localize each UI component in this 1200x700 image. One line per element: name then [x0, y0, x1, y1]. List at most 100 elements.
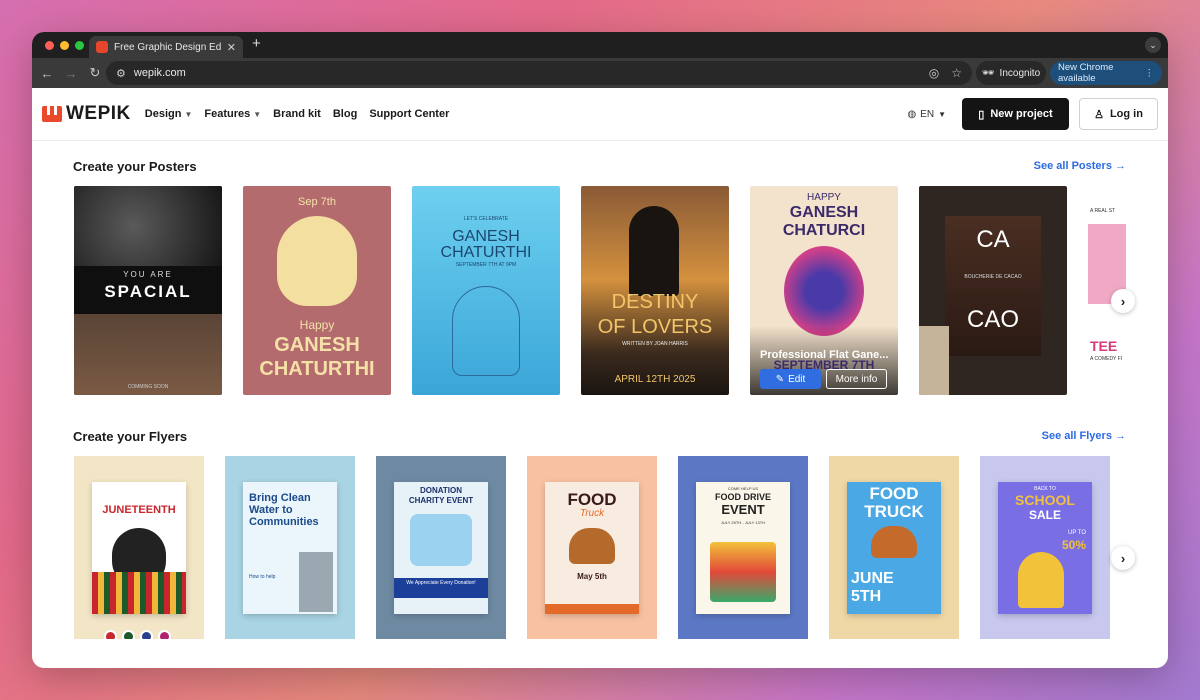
- wepik-favicon-icon: [96, 41, 108, 53]
- poster-card-hovered[interactable]: HAPPY GANESH CHATURCI SEPTEMBER 7TH Prof…: [750, 186, 898, 395]
- flyer-line1: FOOD: [567, 490, 617, 509]
- chrome-update-button[interactable]: New Chrome available ⋮: [1050, 61, 1162, 85]
- posters-next-button[interactable]: ›: [1111, 289, 1135, 313]
- flyer-footer: We Appreciate Every Donation!: [406, 580, 476, 586]
- poster-card[interactable]: LET'S CELEBRATE GANESH CHATURTHI SEPTEMB…: [412, 186, 560, 395]
- globe-icon: ◍: [907, 108, 917, 120]
- flyer-thumbnail: JUNETEENTH: [92, 482, 186, 614]
- nav-support-center[interactable]: Support Center: [369, 108, 449, 120]
- more-info-button[interactable]: More info: [826, 369, 887, 389]
- nav-label: Design: [144, 108, 182, 120]
- flyer-line2: Water to: [249, 504, 293, 516]
- flyer-card[interactable]: BACK TO SCHOOL SALE UP TO 50%: [980, 456, 1110, 639]
- flyer-line3: JUNE: [851, 570, 894, 587]
- flyers-next-button[interactable]: ›: [1111, 546, 1135, 570]
- tab-search-chevron-icon[interactable]: ⌄: [1145, 37, 1161, 53]
- flyer-line1: JUNETEENTH: [102, 504, 176, 516]
- edit-button[interactable]: ✎ Edit: [760, 369, 821, 389]
- address-bar[interactable]: ⚙ wepik.com ◎ ☆: [106, 61, 972, 85]
- flyer-thumbnail: FOOD TRUCK JUNE 5TH: [847, 482, 941, 614]
- back-arrow-icon[interactable]: ←: [35, 66, 59, 81]
- poster-card[interactable]: CA CAO BOUCHERIE DE CACAO: [919, 186, 1067, 395]
- poster-image: [74, 314, 222, 395]
- color-swatch[interactable]: [122, 630, 135, 639]
- tab-title: Free Graphic Design Editor &: [114, 41, 221, 53]
- flyer-thumbnail: COME HELP US FOOD DRIVE EVENT JULY 25TH …: [696, 482, 790, 614]
- flyers-section-title: Create your Flyers: [73, 429, 188, 444]
- elephant-illustration: [277, 216, 357, 306]
- forward-arrow-icon[interactable]: →: [59, 66, 83, 81]
- nav-blog[interactable]: Blog: [333, 108, 357, 120]
- hover-title: Professional Flat Gane...: [760, 349, 889, 361]
- flyer-line2: EVENT: [721, 502, 765, 517]
- poster-image: [74, 186, 222, 266]
- poster-caption: BOUCHERIE DE CACAO: [964, 274, 1022, 280]
- url-text: wepik.com: [133, 67, 186, 79]
- language-selector[interactable]: ◍ EN ▼: [907, 109, 946, 120]
- flyer-line2: Truck: [579, 508, 605, 519]
- maximize-window-button[interactable]: [75, 41, 84, 50]
- language-label: EN: [920, 108, 935, 120]
- new-project-button[interactable]: ▯ New project: [962, 98, 1069, 130]
- burger-illustration: [569, 528, 615, 564]
- flyer-card[interactable]: FOOD TRUCK JUNE 5TH: [829, 456, 959, 639]
- flyer-line4: 5TH: [851, 588, 882, 605]
- poster-kicker: A REAL ST: [1090, 208, 1116, 214]
- poster-card[interactable]: YOU ARE SPACIAL COMMING SOON: [74, 186, 222, 395]
- poster-line1: GANESH: [789, 204, 859, 221]
- eye-off-icon[interactable]: ◎: [929, 66, 939, 80]
- bookmark-star-icon[interactable]: ☆: [951, 66, 962, 80]
- nav-features[interactable]: Features ▼: [204, 108, 261, 120]
- logo-text: WEPIK: [66, 103, 131, 124]
- posters-section-title: Create your Posters: [73, 159, 197, 174]
- tab-strip: Free Graphic Design Editor & ✕ + ⌄: [32, 32, 1168, 58]
- poster-date: APRIL 12TH 2025: [614, 374, 696, 385]
- nav-brand-kit[interactable]: Brand kit: [273, 108, 321, 120]
- color-swatch[interactable]: [140, 630, 153, 639]
- flyer-photo: [299, 552, 333, 612]
- flyer-line1: FOOD DRIVE: [714, 492, 771, 502]
- poster-line2: CHATURTHI: [440, 244, 532, 261]
- browser-window: Free Graphic Design Editor & ✕ + ⌄ ← → ↻…: [32, 32, 1168, 668]
- flyer-card[interactable]: COME HELP US FOOD DRIVE EVENT JULY 25TH …: [678, 456, 808, 639]
- minimize-window-button[interactable]: [60, 41, 69, 50]
- flyer-card[interactable]: JUNETEENTH: [74, 456, 204, 639]
- incognito-icon: 🕶: [981, 67, 995, 79]
- see-all-posters-link[interactable]: See all Posters →: [1034, 160, 1126, 172]
- close-window-button[interactable]: [45, 41, 54, 50]
- poster-line1: Happy: [299, 318, 335, 332]
- poster-kicker: LET'S CELEBRATE: [463, 216, 509, 222]
- flyer-footer-bar: [545, 604, 639, 614]
- flyer-line2: SALE: [1028, 508, 1061, 522]
- site-settings-icon[interactable]: ⚙: [116, 67, 126, 80]
- chevron-down-icon: ▼: [938, 109, 946, 119]
- burger-illustration: [871, 526, 917, 558]
- flyer-card[interactable]: FOOD Truck May 5th: [527, 456, 657, 639]
- see-all-flyers-link[interactable]: See all Flyers →: [1042, 430, 1126, 442]
- poster-line2: SPACIAL: [104, 282, 192, 301]
- color-swatch[interactable]: [158, 630, 171, 639]
- poster-line1: TEE: [1090, 338, 1118, 354]
- nav-design[interactable]: Design ▼: [145, 108, 193, 120]
- flyer-line1: Bring Clean: [249, 492, 311, 504]
- flyer-line1: DONATION: [419, 486, 463, 495]
- flyer-card[interactable]: Bring Clean Water to Communities How to …: [225, 456, 355, 639]
- login-button[interactable]: ♙ Log in: [1079, 98, 1158, 130]
- edit-label: Edit: [788, 373, 806, 385]
- flyer-line1: SCHOOL: [1015, 492, 1075, 508]
- poster-card[interactable]: Sep 7th Happy GANESH CHATURTHI: [243, 186, 391, 395]
- poster-card[interactable]: DESTINY OF LOVERS WRITTEN BY JOAN HARRIS…: [581, 186, 729, 395]
- new-tab-button[interactable]: +: [252, 35, 261, 52]
- more-vert-icon: ⋮: [1144, 67, 1155, 79]
- incognito-badge[interactable]: 🕶 Incognito: [976, 61, 1046, 85]
- close-tab-icon[interactable]: ✕: [227, 41, 236, 54]
- chevron-down-icon: ▼: [184, 110, 193, 119]
- reload-icon[interactable]: ↻: [83, 65, 107, 81]
- browser-tab[interactable]: Free Graphic Design Editor & ✕: [89, 36, 243, 58]
- color-swatch[interactable]: [104, 630, 117, 639]
- wepik-logo[interactable]: WEPIK: [42, 103, 131, 125]
- flyer-card[interactable]: DONATION CHARITY EVENT We Appreciate Eve…: [376, 456, 506, 639]
- flyer-thumbnail: BACK TO SCHOOL SALE UP TO 50%: [998, 482, 1092, 614]
- poster-caption: A COMEDY FI: [1090, 356, 1123, 362]
- poster-author: WRITTEN BY JOAN HARRIS: [622, 341, 688, 347]
